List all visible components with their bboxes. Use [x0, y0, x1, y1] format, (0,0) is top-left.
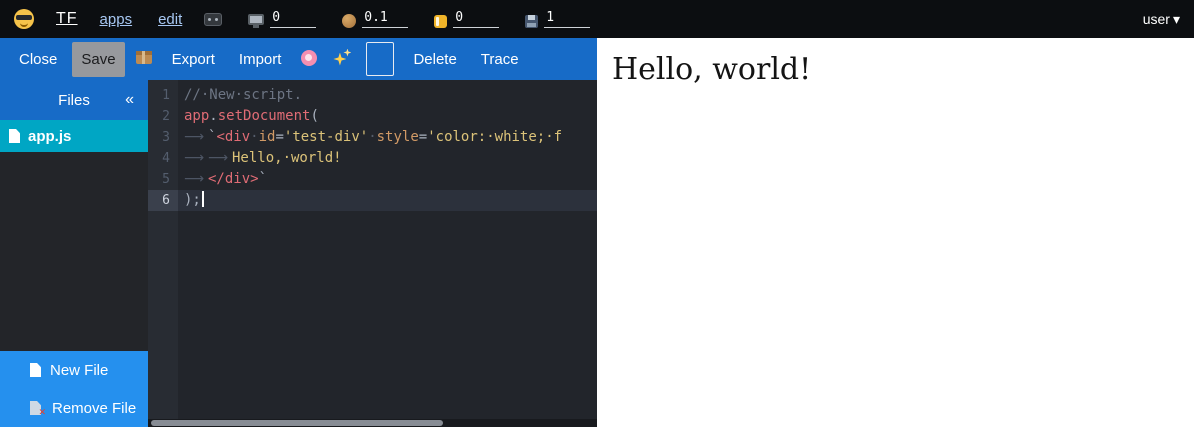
code-editor[interactable]: 123456 //·New·script.app.setDocument(⟶`<… — [148, 80, 597, 427]
code-line-6[interactable]: ); — [178, 190, 597, 211]
app-icon-button[interactable] — [366, 42, 394, 76]
text-cursor — [202, 191, 204, 207]
code-token: ( — [310, 108, 318, 124]
code-token: setDocument — [218, 108, 311, 124]
package-button[interactable] — [131, 47, 157, 71]
mug-icon — [342, 14, 356, 28]
stat-cpu-value: 0 — [270, 10, 316, 28]
nav-link-apps[interactable]: apps — [100, 11, 133, 28]
app-root: TF apps edit 0 0.1 0 1 user ▾ CloseSave Expor… — [0, 0, 1194, 427]
sparkles-icon — [333, 49, 351, 67]
brand-link[interactable]: TF — [56, 10, 78, 28]
pink-swirl-icon — [301, 50, 317, 66]
remove-file-button[interactable]: Remove File — [0, 389, 148, 427]
code-token: · — [250, 129, 258, 145]
code-token: //·New·script. — [184, 87, 302, 103]
stat-tasks-value: 0 — [453, 10, 499, 28]
user-label: user — [1143, 11, 1170, 27]
caret-down-icon: ▾ — [1173, 11, 1180, 28]
code-token: app — [184, 108, 209, 124]
user-menu[interactable]: user ▾ — [1143, 11, 1180, 28]
stat-memory: 0.1 — [342, 10, 408, 28]
code-token: ` — [259, 171, 267, 187]
line-number-1: 1 — [148, 85, 178, 106]
preview-text: Hello, world! — [612, 52, 1184, 87]
save-button[interactable]: Save — [72, 42, 124, 77]
editor-body: Files « app.js New File Remove File 12345… — [0, 80, 597, 427]
stat-cpu: 0 — [248, 10, 316, 28]
sparkles-button[interactable] — [328, 45, 356, 74]
code-token: Hello,·world! — [232, 150, 342, 166]
preview-panel: Hello, world! — [597, 38, 1194, 427]
new-file-icon — [30, 363, 41, 377]
editor-toolbar: CloseSave ExportImport DeleteTrace — [0, 38, 597, 80]
floppy-icon — [525, 15, 538, 28]
trace-button[interactable]: Trace — [472, 42, 528, 77]
file-name: app.js — [28, 128, 71, 145]
line-number-2: 2 — [148, 106, 178, 127]
code-token: · — [368, 129, 376, 145]
code-token: = — [275, 129, 283, 145]
export-button[interactable]: Export — [163, 42, 224, 77]
file-item-app.js[interactable]: app.js — [0, 120, 148, 152]
stat-storage-value: 1 — [544, 10, 590, 28]
files-title: Files — [58, 92, 90, 109]
import-button[interactable]: Import — [230, 42, 291, 77]
collapse-sidebar-icon[interactable]: « — [125, 91, 134, 109]
code-token: <div — [216, 129, 250, 145]
control-knobs-icon[interactable] — [204, 13, 222, 26]
horizontal-scrollbar[interactable] — [148, 419, 597, 427]
line-number-3: 3 — [148, 127, 178, 148]
pink-swirl-button[interactable] — [296, 46, 322, 73]
editor-pane: CloseSave ExportImport DeleteTrace Files «… — [0, 38, 597, 427]
code-line-3[interactable]: ⟶`<div·id='test-div'·style='color:·white… — [178, 127, 597, 148]
code-token: 'test-div' — [284, 129, 368, 145]
files-header: Files « — [0, 80, 148, 120]
stat-memory-value: 0.1 — [362, 10, 408, 28]
tab-whitespace-icon: ⟶ — [208, 148, 232, 169]
new-file-label: New File — [50, 362, 108, 379]
tab-whitespace-icon: ⟶ — [184, 148, 208, 169]
remove-file-icon — [30, 401, 43, 415]
scrollbar-thumb[interactable] — [151, 420, 443, 426]
stat-tasks: 0 — [434, 10, 499, 28]
topbar: TF apps edit 0 0.1 0 1 user ▾ — [0, 0, 1194, 38]
code-line-4[interactable]: ⟶⟶Hello,·world! — [178, 148, 597, 169]
code-token: = — [419, 129, 427, 145]
remove-file-label: Remove File — [52, 400, 136, 417]
tab-whitespace-icon: ⟶ — [184, 127, 208, 148]
close-button[interactable]: Close — [10, 42, 66, 77]
code-token: . — [209, 108, 217, 124]
file-icon — [9, 129, 20, 143]
notebook-icon — [434, 15, 447, 28]
file-list: app.js — [0, 120, 148, 351]
package-icon — [136, 51, 152, 64]
stat-storage: 1 — [525, 10, 590, 28]
code-area[interactable]: //·New·script.app.setDocument(⟶`<div·id=… — [178, 80, 597, 427]
topbar-stats: 0 0.1 0 1 — [248, 10, 590, 28]
code-token: ); — [184, 192, 201, 208]
delete-button[interactable]: Delete — [404, 42, 465, 77]
code-token: id — [259, 129, 276, 145]
tab-whitespace-icon: ⟶ — [184, 169, 208, 190]
line-number-6: 6 — [148, 190, 178, 211]
smiley-sunglasses-icon — [14, 9, 34, 29]
code-line-1[interactable]: //·New·script. — [178, 85, 597, 106]
line-number-4: 4 — [148, 148, 178, 169]
line-number-gutter: 123456 — [148, 80, 178, 427]
nav-link-edit[interactable]: edit — [158, 11, 182, 28]
topbar-nav: apps edit — [100, 11, 183, 28]
monitor-icon — [248, 14, 264, 25]
line-number-5: 5 — [148, 169, 178, 190]
code-token: style — [377, 129, 419, 145]
new-file-button[interactable]: New File — [0, 351, 148, 389]
code-line-2[interactable]: app.setDocument( — [178, 106, 597, 127]
code-token: 'color:·white;·f — [427, 129, 562, 145]
code-token: </div> — [208, 171, 259, 187]
file-actions: New File Remove File — [0, 351, 148, 427]
main-area: CloseSave ExportImport DeleteTrace Files «… — [0, 38, 1194, 427]
files-sidebar: Files « app.js New File Remove File — [0, 80, 148, 427]
code-line-5[interactable]: ⟶</div>` — [178, 169, 597, 190]
